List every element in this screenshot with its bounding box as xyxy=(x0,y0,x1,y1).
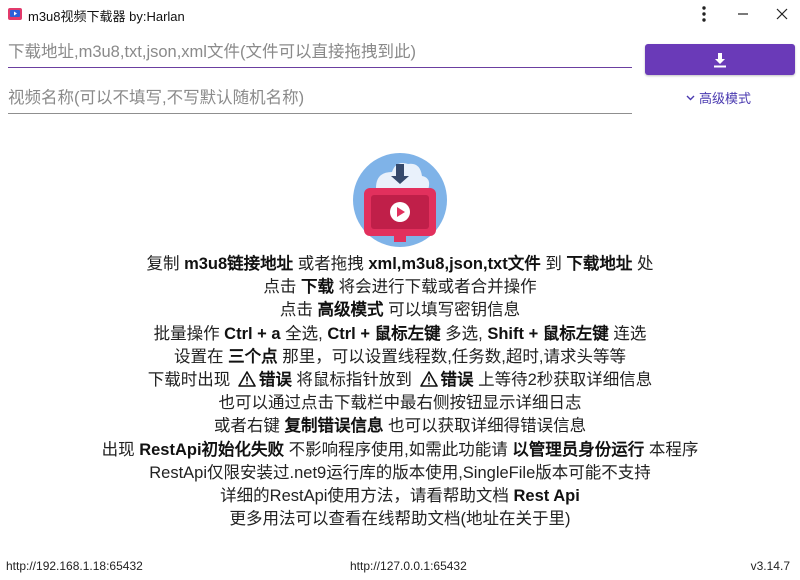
help-text-span: 详细的RestApi使用方法，请看帮助文档 xyxy=(220,487,514,506)
help-bold-span: 高级模式 xyxy=(317,301,384,320)
help-text-span: 可以填写密钥信息 xyxy=(383,301,521,320)
help-text-span: 点击 xyxy=(279,301,318,320)
video-name-input[interactable] xyxy=(8,83,632,113)
help-line: 点击 高级模式 可以填写密钥信息 xyxy=(0,299,800,322)
help-bold-span: 三个点 xyxy=(228,347,278,366)
help-line: 出现 RestApi初始化失败 不影响程序使用,如需此功能请 以管理员身份运行 … xyxy=(0,439,800,462)
help-line: 详细的RestApi使用方法，请看帮助文档 Rest Api xyxy=(0,485,800,508)
help-line: 复制 m3u8链接地址 或者拖拽 xml,m3u8,json,txt文件 到 下… xyxy=(0,253,800,276)
chevron-down-icon xyxy=(686,95,695,100)
help-bold-span: Rest Api xyxy=(513,487,580,506)
download-url-field xyxy=(8,37,632,68)
help-bold-span: 错误 xyxy=(258,371,292,390)
help-text-span: 或者拖拽 xyxy=(293,255,369,273)
help-text-span: 出现 xyxy=(101,440,140,459)
warning-icon xyxy=(419,371,438,387)
video-name-field xyxy=(8,83,632,114)
help-text-span: 那里，可以设置线程数,任务数,超时,请求头等等 xyxy=(277,347,626,366)
help-bold-span: Shift + 鼠标左键 xyxy=(487,324,609,343)
help-bold-span: xml,m3u8,json,txt文件 xyxy=(368,255,541,273)
download-url-input[interactable] xyxy=(8,37,632,67)
help-line: 下载时出现 错误 将鼠标指针放到 错误 上等待2秒获取详细信息 xyxy=(0,369,800,392)
version-label: v3.14.7 xyxy=(750,559,790,573)
help-bold-span: 以管理员身份运行 xyxy=(512,440,645,459)
download-icon xyxy=(714,52,726,67)
help-text-span: 复制 xyxy=(146,255,185,273)
help-line: 批量操作 Ctrl + a 全选, Ctrl + 鼠标左键 多选, Shift … xyxy=(0,323,800,346)
help-bold-span: Ctrl + a xyxy=(224,324,281,343)
app-icon xyxy=(8,8,22,20)
local-api-address[interactable]: http://127.0.0.1:65432 xyxy=(350,559,467,573)
help-text-span: 下载时出现 xyxy=(147,371,235,390)
help-text-span: 不影响程序使用,如需此功能请 xyxy=(284,440,513,459)
help-text-span: 设置在 xyxy=(174,347,229,366)
window-title: m3u8视频下载器 by:Harlan xyxy=(28,9,185,24)
help-text-span: 或者右键 xyxy=(213,417,285,436)
help-text-span: 上等待2秒获取详细信息 xyxy=(473,371,653,390)
lan-api-address[interactable]: http://192.168.1.18:65432 xyxy=(6,559,143,573)
advanced-mode-label: 高级模式 xyxy=(699,91,752,106)
help-text-span: 将鼠标指针放到 xyxy=(291,371,417,390)
help-bold-span: 下载地址 xyxy=(566,255,633,273)
help-line: RestApi仅限安装过.net9运行库的版本使用,SingleFile版本可能… xyxy=(0,462,800,485)
help-bold-span: m3u8链接地址 xyxy=(184,255,294,273)
help-bold-span: 下载 xyxy=(301,278,334,297)
title-bar: m3u8视频下载器 by:Harlan xyxy=(0,0,800,28)
help-line: 设置在 三个点 那里，可以设置线程数,任务数,超时,请求头等等 xyxy=(0,346,800,369)
help-text-span: 处 xyxy=(632,255,654,273)
help-line: 也可以通过点击下载栏中最右侧按钮显示详细日志 xyxy=(0,392,800,415)
close-button[interactable] xyxy=(764,0,800,28)
help-text-span: 更多用法可以查看在线帮助文档(地址在关于里) xyxy=(229,510,571,529)
help-line: 或者右键 复制错误信息 也可以获取详细得错误信息 xyxy=(0,415,800,438)
help-text-span: 到 xyxy=(540,255,567,273)
video-download-illustration xyxy=(353,153,447,247)
help-text: 复制 m3u8链接地址 或者拖拽 xml,m3u8,json,txt文件 到 下… xyxy=(0,253,800,531)
help-bold-span: 复制错误信息 xyxy=(284,417,384,436)
help-text-span: 将会进行下载或者合并操作 xyxy=(334,278,537,297)
minimize-button[interactable] xyxy=(725,0,761,28)
help-text-span: 连选 xyxy=(608,324,647,343)
more-vertical-icon xyxy=(702,6,706,22)
help-text-span: 全选, xyxy=(280,324,328,343)
help-bold-span: 错误 xyxy=(440,371,474,390)
help-bold-span: RestApi初始化失败 xyxy=(139,440,285,459)
help-text-span: 本程序 xyxy=(644,440,699,459)
more-options-button[interactable] xyxy=(686,0,722,28)
minimize-icon xyxy=(738,13,748,15)
help-text-span: RestApi仅限安装过.net9运行库的版本使用,SingleFile版本可能… xyxy=(149,463,651,482)
help-text-span: 批量操作 xyxy=(153,324,225,343)
help-text-span: 多选, xyxy=(440,324,488,343)
warning-icon xyxy=(238,371,256,387)
advanced-mode-toggle[interactable]: 高级模式 xyxy=(686,88,751,107)
download-button[interactable] xyxy=(645,44,795,75)
close-icon xyxy=(776,8,788,20)
help-text-span: 也可以获取详细得错误信息 xyxy=(383,417,587,436)
help-line: 点击 下载 将会进行下载或者合并操作 xyxy=(0,276,800,299)
help-bold-span: Ctrl + 鼠标左键 xyxy=(327,324,441,343)
help-text-span: 点击 xyxy=(263,278,301,297)
help-text-span: 也可以通过点击下载栏中最右侧按钮显示详细日志 xyxy=(218,394,582,413)
help-line: 更多用法可以查看在线帮助文档(地址在关于里) xyxy=(0,508,800,531)
